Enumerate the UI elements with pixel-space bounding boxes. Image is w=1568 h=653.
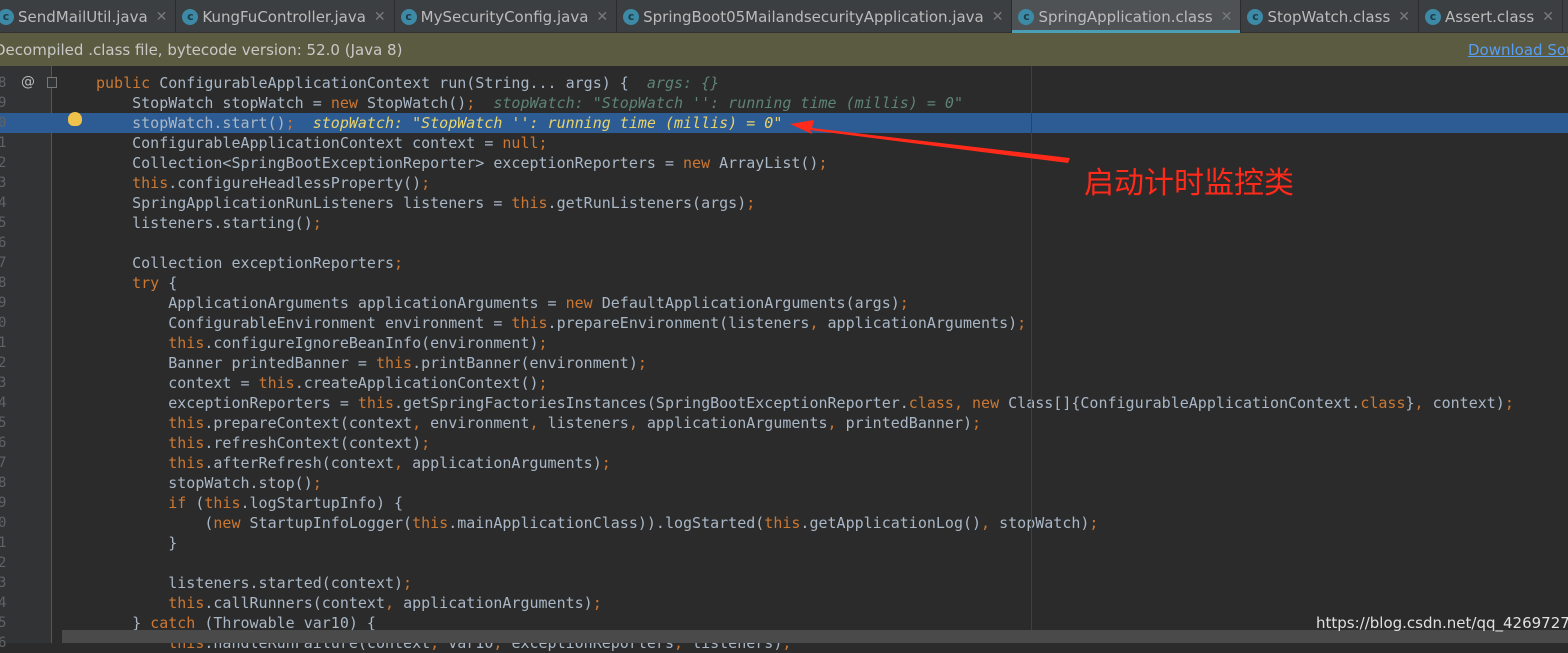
arrow-shape bbox=[790, 120, 1070, 163]
annotation-arrow bbox=[790, 120, 1070, 163]
